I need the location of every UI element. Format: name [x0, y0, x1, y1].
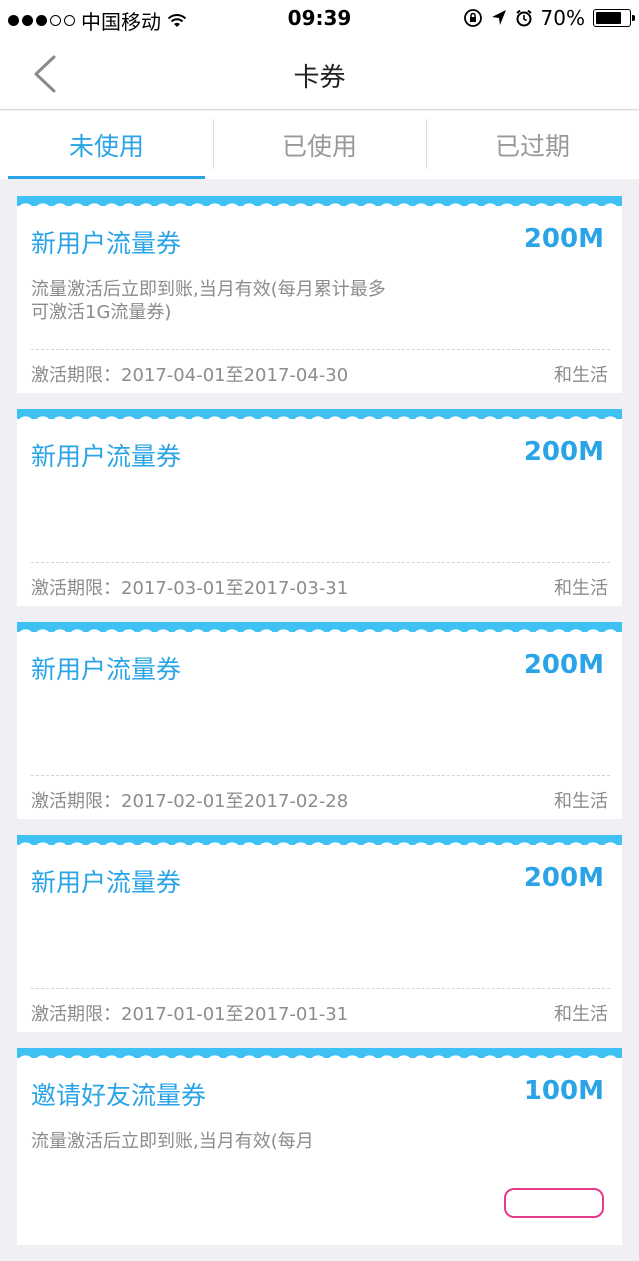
- coupon-source: 和生活: [554, 365, 608, 386]
- coupon-validity-period: 激活期限：2017-01-01至2017-01-31: [31, 1004, 349, 1025]
- dashed-divider: [31, 349, 610, 350]
- coupon-title: 新用户流量券: [31, 442, 182, 471]
- coupon-validity-period: 激活期限：2017-03-01至2017-03-31: [31, 578, 349, 599]
- dashed-divider: [31, 562, 610, 563]
- coupon-card[interactable]: 新用户流量券 200M 流量激活后立即到账,当月有效(每月累计最多可激活1G流量…: [17, 196, 622, 393]
- rotation-lock-icon: [463, 9, 482, 27]
- coupon-description: 流量激活后立即到账,当月有效(每月累计最多可激活1G流量券): [31, 279, 386, 323]
- coupon-title: 新用户流量券: [31, 868, 182, 897]
- page-title: 卡券: [293, 63, 346, 93]
- coupon-source: 和生活: [554, 578, 608, 599]
- status-icons: 70%: [463, 6, 635, 30]
- coupon-list: 新用户流量券 200M 流量激活后立即到账,当月有效(每月累计最多可激活1G流量…: [17, 196, 622, 1261]
- tab-expired[interactable]: 已过期: [426, 111, 639, 179]
- coupon-card[interactable]: 新用户流量券 200M 激活期限：2017-01-01至2017-01-31 和…: [17, 835, 622, 1032]
- tab-unused[interactable]: 未使用: [0, 111, 213, 179]
- coupon-description: 流量激活后立即到账,当月有效(每月: [31, 1131, 314, 1152]
- coupon-tag-badge: [504, 1188, 604, 1218]
- coupon-amount: 100M: [523, 1076, 604, 1106]
- battery-percent: 70%: [540, 6, 585, 30]
- battery-icon: [593, 9, 635, 27]
- coupon-amount: 200M: [523, 863, 604, 893]
- coupon-validity-period: 激活期限：2017-04-01至2017-04-30: [31, 365, 349, 386]
- coupon-title: 邀请好友流量券: [31, 1081, 207, 1110]
- coupon-title: 新用户流量券: [31, 655, 182, 684]
- coupon-status-tabs: 未使用 已使用 已过期: [0, 111, 639, 179]
- coupon-card[interactable]: 新用户流量券 200M 激活期限：2017-03-01至2017-03-31 和…: [17, 409, 622, 606]
- wave-border: [17, 1048, 622, 1066]
- coupon-source: 和生活: [554, 1004, 608, 1025]
- coupon-amount: 200M: [523, 437, 604, 467]
- status-bar: 中国移动 09:39 70%: [0, 0, 639, 38]
- tab-used[interactable]: 已使用: [213, 111, 426, 179]
- coupon-card[interactable]: 新用户流量券 200M 激活期限：2017-02-01至2017-02-28 和…: [17, 622, 622, 819]
- wave-border: [17, 622, 622, 640]
- coupon-amount: 200M: [523, 224, 604, 254]
- wave-border: [17, 835, 622, 853]
- wave-border: [17, 196, 622, 214]
- dashed-divider: [31, 988, 610, 989]
- location-icon: [491, 10, 506, 25]
- coupon-card[interactable]: 邀请好友流量券 100M 流量激活后立即到账,当月有效(每月: [17, 1048, 622, 1245]
- dashed-divider: [31, 775, 610, 776]
- wave-border: [17, 409, 622, 427]
- coupon-validity-period: 激活期限：2017-02-01至2017-02-28: [31, 791, 349, 812]
- alarm-icon: [515, 9, 532, 27]
- coupon-amount: 200M: [523, 650, 604, 680]
- nav-bar: 卡券: [0, 38, 639, 110]
- coupon-title: 新用户流量券: [31, 229, 182, 258]
- coupon-source: 和生活: [554, 791, 608, 812]
